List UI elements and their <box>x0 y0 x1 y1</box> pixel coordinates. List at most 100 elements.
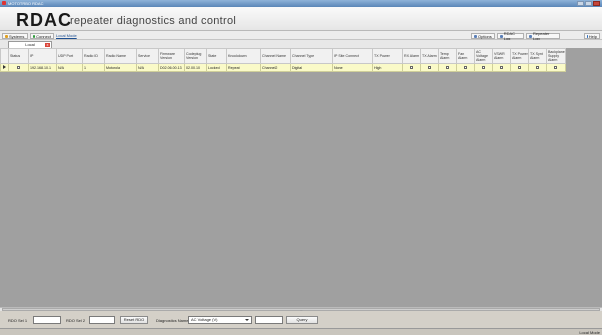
alarm-cell <box>438 63 457 72</box>
reset-rdo-button[interactable]: Reset RDO <box>120 316 148 324</box>
column-header[interactable]: IP Site Connect <box>332 48 373 64</box>
alarm-indicator <box>518 66 521 70</box>
rdo-sel2-input[interactable] <box>89 316 115 324</box>
local-mode-link[interactable]: Local Mode <box>56 33 77 38</box>
alarm-cell <box>510 63 529 72</box>
column-header[interactable]: Fan Alarm <box>456 48 475 64</box>
column-header[interactable]: RX Alarm <box>402 48 421 64</box>
row-pointer-icon <box>3 65 6 69</box>
options-button[interactable]: Options <box>471 33 495 39</box>
tab-local[interactable]: Local x <box>8 41 52 48</box>
table-cell: D02.06.00.13 <box>158 63 185 72</box>
table-cell: 192.168.10.1 <box>28 63 57 72</box>
rdo-sel1-label: RDO Sel 1 <box>8 318 28 323</box>
app-icon <box>2 1 6 5</box>
column-header[interactable]: Codeplug Version <box>184 48 207 64</box>
alarm-indicator <box>428 66 431 70</box>
table-cell: Locked <box>206 63 227 72</box>
repeater-grid: Status IP UDP Port Radio ID Radio Name S… <box>0 48 602 307</box>
status-bar: Local Mode <box>0 328 602 335</box>
table-cell: Repeat <box>226 63 261 72</box>
rdac-log-button[interactable]: RDAC Log <box>497 31 524 41</box>
window-controls <box>577 1 600 6</box>
column-header[interactable]: Radio Name <box>104 48 137 64</box>
column-header[interactable]: Backplane Supply Alarm <box>546 48 566 64</box>
status-cell[interactable] <box>8 63 29 72</box>
table-cell: Digital <box>290 63 333 72</box>
alarm-indicator <box>446 66 449 70</box>
alarm-cell <box>402 63 421 72</box>
status-checkbox[interactable] <box>17 66 20 70</box>
alarm-cell <box>420 63 439 72</box>
column-header[interactable]: Radio ID <box>82 48 105 64</box>
close-button[interactable] <box>593 1 600 6</box>
chevron-down-icon <box>245 319 249 321</box>
column-header[interactable]: Service <box>136 48 159 64</box>
table-cell: High <box>372 63 403 72</box>
log-icon <box>500 34 503 38</box>
help-button[interactable]: Help <box>584 33 600 39</box>
connect-icon <box>33 34 36 38</box>
app-banner: RDAC repeater diagnostics and control <box>0 7 602 31</box>
app-subtitle: repeater diagnostics and control <box>70 15 237 27</box>
tab-strip: Local x <box>0 40 602 48</box>
column-header[interactable]: Knockdown <box>226 48 261 64</box>
query-button[interactable]: Query <box>286 316 318 324</box>
table-cell: Motorola <box>104 63 137 72</box>
column-header[interactable]: Temp Alarm <box>438 48 457 64</box>
column-header[interactable]: Firmware Version <box>158 48 185 64</box>
alarm-indicator <box>554 66 558 70</box>
table-cell: 1 <box>82 63 105 72</box>
log-icon <box>529 34 532 38</box>
table-cell: None <box>332 63 373 72</box>
table-cell: N/A <box>56 63 83 72</box>
table-header-row: Status IP UDP Port Radio ID Radio Name S… <box>0 48 566 64</box>
column-header[interactable]: Status <box>8 48 29 64</box>
alarm-indicator <box>482 66 485 70</box>
alarm-indicator <box>410 66 413 70</box>
column-header[interactable]: TX Synt Alarm <box>528 48 547 64</box>
column-header[interactable]: UDP Port <box>56 48 83 64</box>
alarm-cell <box>528 63 547 72</box>
maximize-button[interactable] <box>585 1 592 6</box>
status-text: Local Mode <box>579 330 600 335</box>
row-selector-header <box>0 48 9 64</box>
alarm-indicator <box>500 66 503 70</box>
window-title: MOTOTRBO RDAC <box>8 1 44 6</box>
diagnostics-value-field[interactable] <box>255 316 283 324</box>
column-header[interactable]: IP <box>28 48 57 64</box>
diagnostics-panel: RDO Sel 1 RDO Sel 2 Reset RDO Diagnostic… <box>0 311 602 328</box>
table-row[interactable]: 192.168.10.1 N/A 1 Motorola N/A D02.06.0… <box>0 63 566 72</box>
column-header[interactable]: Channel Name <box>260 48 291 64</box>
systems-button[interactable]: Systems <box>2 33 28 39</box>
column-header[interactable]: TX Power Alarm <box>510 48 529 64</box>
repeater-log-button[interactable]: Repeater Log <box>526 31 560 41</box>
title-bar: MOTOTRBO RDAC <box>0 0 602 7</box>
column-header[interactable]: Channel Type <box>290 48 333 64</box>
rdo-sel1-input[interactable] <box>33 316 61 324</box>
alarm-indicator <box>536 66 539 70</box>
diagnostics-name-select[interactable]: AC Voltage (V) <box>188 316 252 324</box>
help-icon <box>587 34 588 38</box>
rdo-sel2-label: RDO Sel 2 <box>66 318 86 323</box>
column-header[interactable]: State <box>206 48 227 64</box>
column-header[interactable]: TX Power <box>372 48 403 64</box>
table-cell: Channel2 <box>260 63 291 72</box>
repeater-table: Status IP UDP Port Radio ID Radio Name S… <box>0 48 566 72</box>
column-header[interactable]: TX Alarm <box>420 48 439 64</box>
table-cell: 02.00.10 <box>184 63 207 72</box>
diagnostics-name-label: Diagnostics Name <box>156 318 189 323</box>
close-tab-icon[interactable]: x <box>45 43 50 47</box>
alarm-cell <box>456 63 475 72</box>
column-header[interactable]: VSWR Alarm <box>492 48 511 64</box>
row-selector[interactable] <box>0 63 9 72</box>
options-icon <box>474 34 477 38</box>
connect-button[interactable]: Connect <box>30 33 54 39</box>
toolbar: Systems Connect Local Mode Options RDAC … <box>0 31 602 41</box>
alarm-cell <box>474 63 493 72</box>
minimize-button[interactable] <box>577 1 584 6</box>
table-cell: N/A <box>136 63 159 72</box>
column-header[interactable]: AC Voltage Alarm <box>474 48 493 64</box>
alarm-indicator <box>464 66 467 70</box>
systems-icon <box>5 34 8 38</box>
